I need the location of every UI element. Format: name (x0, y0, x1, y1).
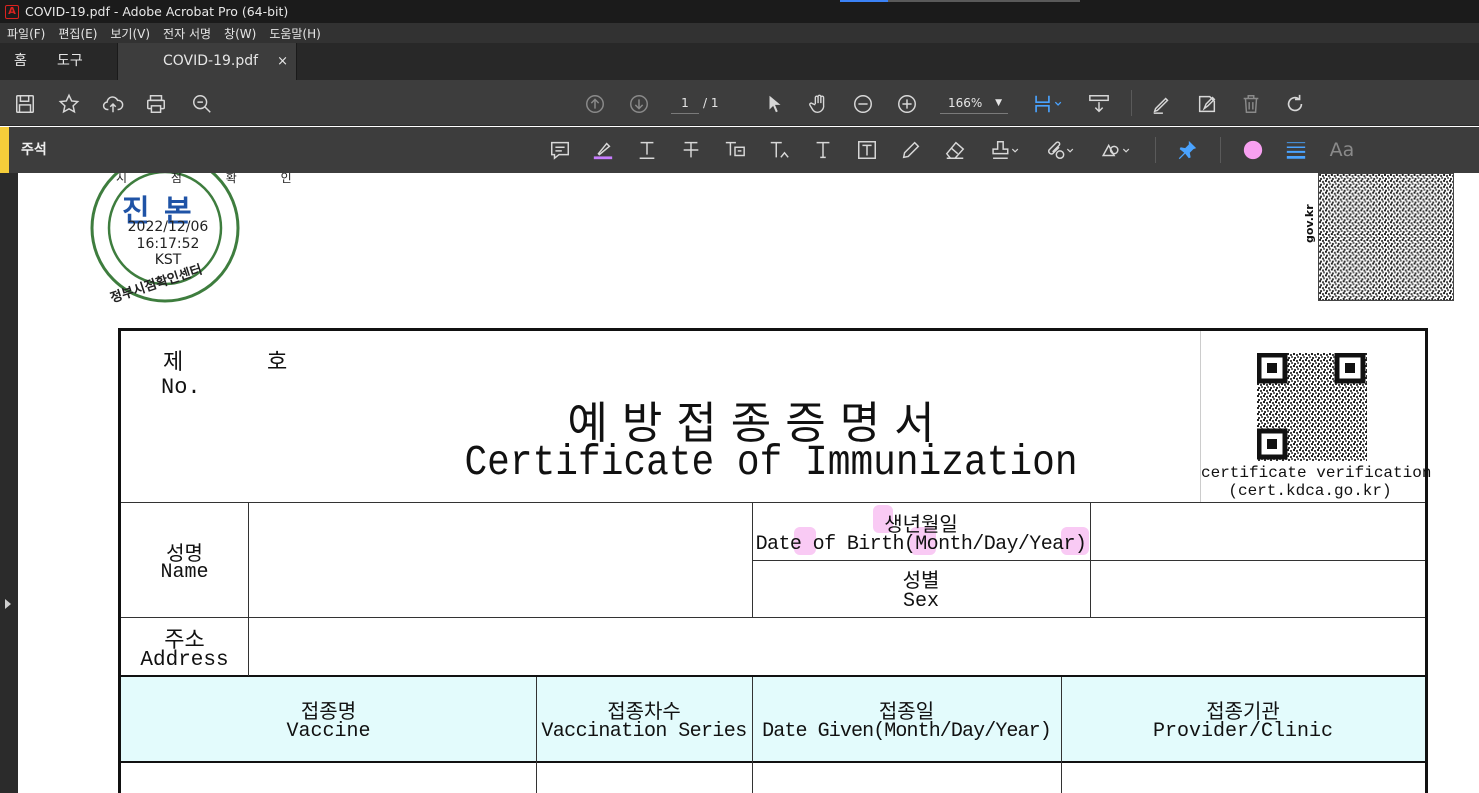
no-label-ko-suffix: 호 (267, 350, 288, 375)
comment-separator (1155, 137, 1156, 163)
sex-label-en: Sex (902, 590, 939, 613)
col-vaccine-en: Vaccine (286, 720, 371, 743)
menu-e-sign[interactable]: 전자 서명 (163, 25, 211, 42)
previous-page-icon[interactable] (583, 92, 607, 116)
zoom-out-icon[interactable] (851, 92, 875, 116)
tab-home[interactable]: 홈 (14, 43, 27, 80)
close-tab-icon[interactable]: × (277, 43, 288, 80)
comment-toolbar-title: 주석 (21, 142, 47, 158)
sticky-note-icon[interactable] (548, 138, 572, 162)
tab-bar: 홈 도구 COVID-19.pdf × (0, 43, 1479, 80)
save-icon[interactable] (13, 92, 37, 116)
col-provider-en: Provider/Clinic (1152, 720, 1334, 743)
stamp-tool-icon[interactable] (987, 138, 1023, 162)
title-accent (840, 0, 888, 2)
next-page-icon[interactable] (627, 92, 651, 116)
verification-label: certificate verification (1201, 464, 1432, 482)
verification-url: (cert.kdca.go.kr) (1228, 482, 1392, 500)
col-series-en: Vaccination Series (541, 720, 747, 743)
pin-tool-icon[interactable] (1175, 138, 1199, 162)
add-text-icon[interactable] (811, 138, 835, 162)
grid-line (1200, 331, 1201, 502)
select-cursor-icon[interactable] (763, 92, 787, 116)
grid-line (121, 761, 1425, 763)
line-thickness-icon[interactable] (1284, 138, 1308, 162)
tab-tools[interactable]: 도구 (57, 43, 83, 80)
dob-label-en: Date of Birth(Month/Day/Year) (755, 533, 1087, 556)
menu-file[interactable]: 파일(F) (7, 25, 45, 42)
color-picker-icon[interactable] (1241, 138, 1265, 162)
certificate-title-en: Certificate of Immunization (464, 438, 1078, 487)
tab-document-label: COVID-19.pdf (163, 53, 259, 69)
redo-rotate-icon[interactable] (1283, 92, 1307, 116)
seal-zone: KST (154, 252, 182, 268)
insert-text-icon[interactable] (767, 138, 791, 162)
title-bar: A COVID-19.pdf - Adobe Acrobat Pro (64-b… (0, 0, 1479, 23)
zoom-level-dropdown[interactable]: 166% ▼ (940, 92, 1008, 114)
document-qr-code (1318, 173, 1454, 301)
text-properties-icon[interactable]: Aa (1327, 138, 1357, 162)
hand-tool-icon[interactable] (807, 92, 831, 116)
seal-arc-top: 시 점 확 인 (116, 173, 312, 185)
no-label-ko: 제 (163, 350, 184, 375)
scroll-mode-icon[interactable] (1087, 92, 1111, 116)
eraser-icon[interactable] (943, 138, 967, 162)
strikethrough-text-icon[interactable] (679, 138, 703, 162)
grid-line (248, 502, 249, 676)
draw-pencil-icon[interactable] (899, 138, 923, 162)
cloud-upload-icon[interactable] (101, 92, 125, 116)
address-label-en: Address (140, 649, 229, 672)
page-number-input[interactable]: 1 (671, 92, 699, 114)
sex-label-ko: 성별 (902, 568, 940, 592)
tab-document[interactable]: COVID-19.pdf × (117, 43, 297, 80)
bookmark-star-icon[interactable] (57, 92, 81, 116)
highlight-text-icon[interactable] (591, 138, 615, 162)
menu-edit[interactable]: 편집(E) (58, 25, 97, 42)
comment-separator (1220, 137, 1221, 163)
seal-time: 16:17:52 (136, 236, 200, 252)
acrobat-icon: A (5, 4, 19, 19)
col-date-en: Date Given(Month/Day/Year) (762, 720, 1052, 743)
zoom-search-icon[interactable] (190, 92, 214, 116)
menu-view[interactable]: 보기(V) (110, 25, 150, 42)
comment-accent-bar (0, 127, 9, 173)
grid-line (752, 560, 1425, 561)
expand-panel-icon[interactable] (5, 599, 11, 609)
attach-file-icon[interactable] (1042, 138, 1078, 162)
print-icon[interactable] (144, 92, 168, 116)
no-label-en: No. (161, 375, 201, 400)
certificate-form: 제 호 No. 예 방 접 종 증 명 서 Certificate of Imm… (118, 328, 1432, 793)
document-view[interactable]: 진 본 2022/12/06 16:17:52 KST 시 점 확 인 정부시점… (18, 173, 1479, 793)
seal-date: 2022/12/06 (127, 219, 209, 235)
delete-trash-icon[interactable] (1239, 92, 1263, 116)
chevron-down-icon: ▼ (995, 98, 1002, 108)
text-box-icon[interactable] (855, 138, 879, 162)
fill-sign-icon[interactable] (1195, 92, 1219, 116)
name-label-en: Name (160, 561, 209, 584)
replace-text-icon[interactable] (723, 138, 747, 162)
shapes-tool-icon[interactable] (1098, 138, 1134, 162)
toolbar-separator (1131, 90, 1132, 116)
sign-pen-icon[interactable] (1150, 92, 1174, 116)
window-title: COVID-19.pdf - Adobe Acrobat Pro (64-bit… (25, 4, 289, 19)
zoom-in-icon[interactable] (895, 92, 919, 116)
page-layout-icon[interactable] (1031, 92, 1065, 116)
menu-window[interactable]: 창(W) (224, 25, 256, 42)
page-total: / 1 (703, 96, 719, 110)
title-accent-2 (888, 0, 1080, 2)
left-nav-panel[interactable] (0, 173, 18, 793)
grid-line (1090, 502, 1091, 617)
menu-bar: 파일(F) 편집(E) 보기(V) 전자 서명 창(W) 도움말(H) (0, 23, 1479, 43)
underline-text-icon[interactable] (635, 138, 659, 162)
menu-help[interactable]: 도움말(H) (269, 25, 321, 42)
verification-qr-code (1257, 353, 1367, 461)
zoom-level-value: 166% (948, 96, 983, 110)
grid-line (121, 617, 1425, 618)
grid-line (121, 502, 1425, 503)
gov-kr-label: gov.kr (1303, 204, 1316, 243)
